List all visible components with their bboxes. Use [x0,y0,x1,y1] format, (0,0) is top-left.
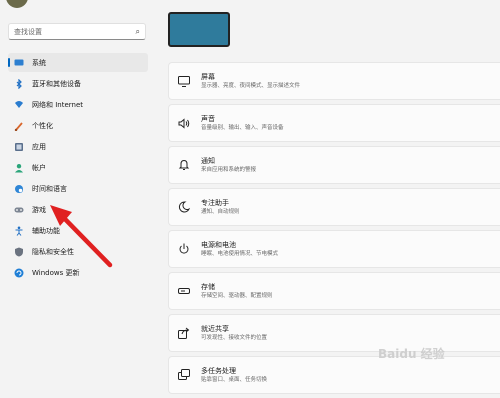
card-subtitle: 贴靠窗口、桌面、任务切换 [201,376,268,383]
watermark: Baidu 经验 [378,347,445,361]
annotation-arrow [50,205,113,268]
